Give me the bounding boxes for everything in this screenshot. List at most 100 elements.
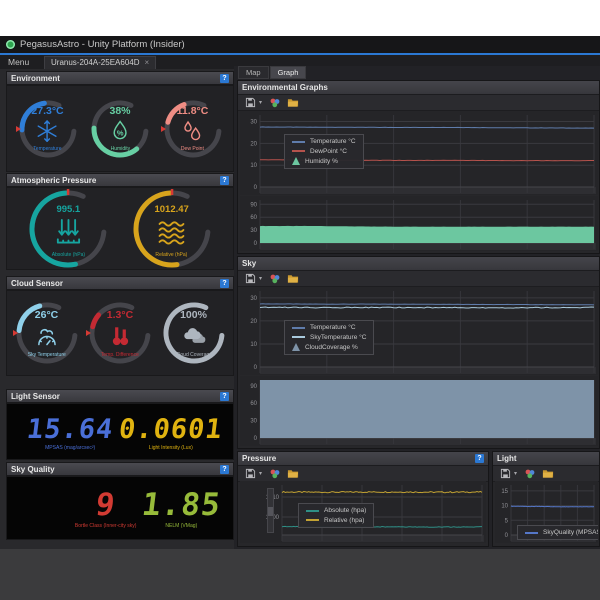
- open-folder-icon[interactable]: [287, 273, 299, 284]
- palette-icon[interactable]: [269, 273, 280, 284]
- legend-label: Temperature °C: [310, 138, 356, 145]
- environmental-graphs-header: Environmental Graphs: [238, 81, 599, 95]
- save-dropdown-caret-icon[interactable]: ▾: [514, 470, 517, 477]
- absolute-pressure-gauge: 995.1Absolute (hPa): [26, 187, 110, 271]
- svg-text:30: 30: [250, 228, 257, 234]
- svg-text:15: 15: [501, 489, 508, 495]
- help-icon[interactable]: ?: [220, 392, 229, 401]
- save-dropdown-caret-icon[interactable]: ▾: [259, 275, 262, 282]
- sky-cloudcoverage-chart[interactable]: 0306090: [240, 376, 598, 446]
- legend-marker-icon: [292, 141, 305, 143]
- dew-point-gauge: 11.8°CDew Point: [161, 97, 225, 161]
- sky-graphs-title: Sky: [242, 259, 256, 268]
- device-tab[interactable]: Uranus-204A-25EA604D ×: [44, 56, 156, 69]
- tab-map[interactable]: Map: [238, 66, 269, 79]
- help-icon[interactable]: ?: [220, 176, 229, 185]
- svg-text:5: 5: [505, 518, 509, 524]
- save-icon[interactable]: [500, 468, 511, 479]
- atmospheric-pressure-panel-title: Atmospheric Pressure: [11, 176, 96, 185]
- svg-text:60: 60: [250, 401, 257, 407]
- open-folder-icon[interactable]: [542, 468, 554, 479]
- menu-button[interactable]: Menu: [8, 55, 29, 69]
- environmental-graphs-title: Environmental Graphs: [242, 83, 328, 92]
- svg-text:20: 20: [250, 319, 257, 325]
- legend-label: CloudCoverage %: [305, 344, 358, 351]
- legend-marker-icon: [306, 510, 319, 512]
- cloud-coverage-gauge: 100%Cloud Coverage: [160, 299, 228, 367]
- palette-icon[interactable]: [269, 468, 280, 479]
- palette-icon[interactable]: [524, 468, 535, 479]
- open-folder-icon[interactable]: [287, 97, 299, 108]
- sky-temperature-chart[interactable]: 0102030Temperature °CSkyTemperature °CCl…: [240, 287, 598, 375]
- legend-entry: Temperature °C: [292, 324, 366, 331]
- palette-icon[interactable]: [269, 97, 280, 108]
- legend-marker-icon: [306, 519, 319, 521]
- relative-pressure-icon: [153, 216, 190, 248]
- save-icon[interactable]: [245, 273, 256, 284]
- lux-value: 0.0601: [118, 415, 225, 444]
- save-icon[interactable]: [245, 468, 256, 479]
- dewpoint-icon: [178, 119, 206, 143]
- light-sensor-panel-title: Light Sensor: [11, 392, 60, 401]
- tab-close-icon[interactable]: ×: [145, 57, 150, 69]
- zoom-slider[interactable]: [267, 488, 274, 533]
- tab-graph[interactable]: Graph: [270, 66, 307, 79]
- nelm-label: NELM (VMag): [149, 523, 215, 528]
- svg-text:30: 30: [250, 120, 257, 126]
- legend-marker-icon: [292, 327, 305, 329]
- svg-text:90: 90: [250, 384, 257, 390]
- mpsas-value: 15.64: [25, 415, 115, 444]
- nelm-value: 1.85: [140, 489, 223, 522]
- svg-text:0: 0: [254, 185, 258, 191]
- legend-entry: Humidity %: [292, 157, 356, 165]
- cloud-sensor-panel-header: Cloud Sensor ?: [6, 276, 234, 290]
- chart-legend: SkyQuality (MPSAS): [517, 525, 598, 540]
- sky-quality-panel-body: 9 Bortle Class (Inner-city sky) 1.85 NEL…: [6, 476, 234, 540]
- absolute-pressure-icon: [50, 216, 87, 248]
- light-chart[interactable]: 051015SkyQuality (MPSAS): [495, 481, 598, 543]
- view-tabs: Map Graph: [238, 66, 306, 79]
- help-icon[interactable]: ?: [220, 74, 229, 83]
- legend-entry: SkyQuality (MPSAS): [525, 529, 598, 536]
- svg-text:10: 10: [250, 342, 257, 348]
- atmospheric-pressure-panel-header: Atmospheric Pressure ?: [6, 173, 234, 187]
- zoom-slider-thumb[interactable]: [268, 507, 273, 516]
- open-folder-icon[interactable]: [287, 468, 299, 479]
- sky-graphs-header: Sky: [238, 257, 599, 271]
- sky-temperature-icon: [32, 323, 62, 349]
- legend-marker-icon: [525, 532, 538, 534]
- legend-label: Humidity %: [305, 158, 338, 165]
- legend-entry: Temperature °C: [292, 138, 356, 145]
- cloud-sensor-panel-title: Cloud Sensor: [11, 279, 63, 288]
- save-icon[interactable]: [245, 97, 256, 108]
- chart-toolbar: ▾: [238, 95, 599, 111]
- environmental-temperature-chart[interactable]: 0102030Temperature °CDewPoint °CHumidity…: [240, 111, 598, 195]
- relative-pressure-gauge: 1012.47Relative (hPa): [130, 187, 214, 271]
- titlebar: PegasusAstro - Unity Platform (Insider): [0, 36, 600, 53]
- mpsas-label: MPSAS (mag/arcsec²): [34, 445, 106, 450]
- app-logo-icon: [6, 40, 15, 49]
- pressure-graph-header: Pressure ?: [238, 452, 488, 466]
- legend-marker-icon: [292, 150, 305, 152]
- sky-quality-panel-header: Sky Quality ?: [6, 462, 234, 476]
- help-icon[interactable]: ?: [475, 454, 484, 463]
- chart-toolbar: ▾: [238, 466, 488, 482]
- legend-label: Absolute (hpa): [324, 507, 366, 514]
- chart-legend: Temperature °C SkyTemperature °C CloudCove…: [284, 320, 374, 355]
- save-dropdown-caret-icon[interactable]: ▾: [259, 470, 262, 477]
- bortle-label: Bortle Class (Inner-city sky): [75, 523, 137, 528]
- lux-label: Light Intensity (Lux): [128, 445, 215, 450]
- sky-temperature-gauge: 26°CSky Temperature: [13, 299, 81, 367]
- pressure-chart[interactable]: 10001010 Absolute (hpa)Relative (hpa): [240, 481, 486, 543]
- cloud-sensor-panel-body: 26°CSky Temperature 1.3°CTemp. Differenc…: [6, 290, 234, 376]
- legend-label: Temperature °C: [310, 324, 356, 331]
- help-icon[interactable]: ?: [220, 465, 229, 474]
- bottom-strip: [0, 549, 600, 600]
- legend-label: Relative (hpa): [324, 517, 364, 524]
- legend-entry: SkyTemperature °C: [292, 334, 366, 341]
- nelm-display: 1.85 NELM (VMag): [142, 489, 221, 529]
- svg-text:0: 0: [254, 436, 258, 442]
- help-icon[interactable]: ?: [220, 279, 229, 288]
- save-dropdown-caret-icon[interactable]: ▾: [259, 99, 262, 106]
- environmental-humidity-chart[interactable]: 0306090: [240, 196, 598, 251]
